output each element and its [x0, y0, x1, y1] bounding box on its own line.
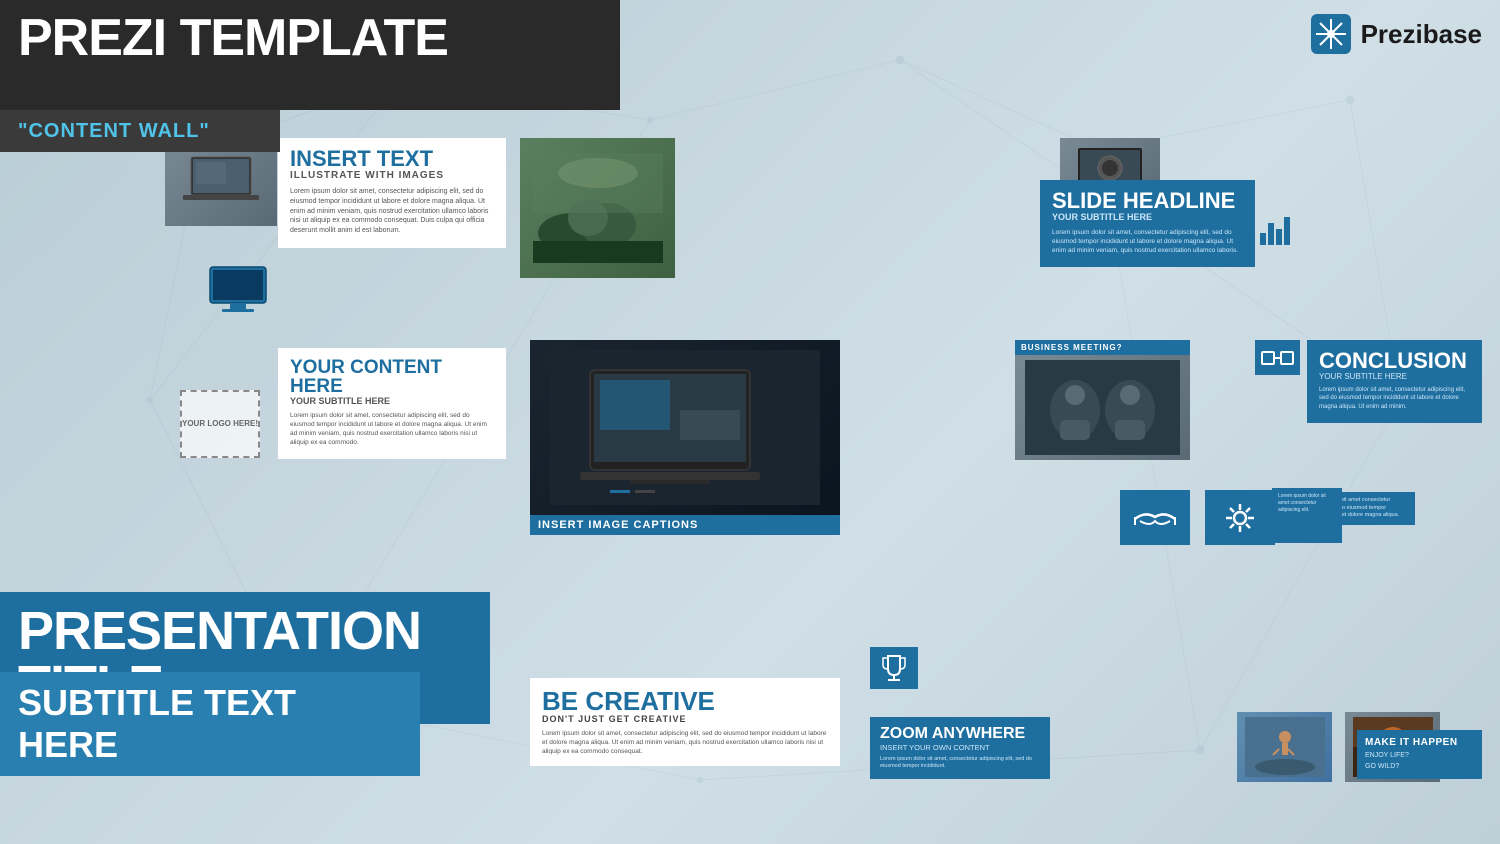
chart-icon-area	[1260, 215, 1295, 250]
zoom-anywhere-card: ZOOM ANYWHERE INSERT YOUR OWN CONTENT Lo…	[870, 717, 1050, 779]
be-creative-card: BE CREATIVE DON'T JUST GET CREATIVE Lore…	[530, 678, 840, 766]
small-right-text: Lorem ipsum dolor sit amet consectetur a…	[1278, 493, 1336, 514]
header-title: PREZI TEMPLATE	[18, 12, 448, 64]
conclusion-card: CONCLUSION YOUR SUBTITLE HERE Lorem ipsu…	[1307, 340, 1482, 423]
bars-chart-icon	[1260, 215, 1295, 245]
conclusion-body: Lorem ipsum dolor sit amet, consectetur …	[1319, 386, 1470, 411]
rocks-image	[520, 138, 675, 278]
zoom-anywhere-body: Lorem ipsum dolor sit amet, consectetur …	[880, 756, 1040, 771]
gear-icon-card	[1205, 490, 1275, 545]
zoom-anywhere-subtitle: INSERT YOUR OWN CONTENT	[880, 743, 1040, 752]
go-wild-label: GO WILD?	[1365, 763, 1399, 770]
conclusion-title: CONCLUSION	[1319, 350, 1470, 372]
trophy-icon-card	[870, 647, 918, 689]
subtitle-text-block: SUBTITLE TEXT HERE	[0, 672, 420, 776]
enjoy-life-label: ENJOY LIFE?	[1365, 752, 1409, 759]
logo-placeholder-text: YOUR LOGO HERE!	[182, 418, 258, 429]
business-meeting-label: BUSINESS MEETING?	[1015, 340, 1190, 355]
jump-image	[1237, 712, 1332, 782]
conclusion-subtitle: YOUR SUBTITLE HERE	[1319, 372, 1470, 381]
handshake-icon-svg	[1130, 499, 1180, 537]
zoom-anywhere-title: ZOOM ANYWHERE	[880, 725, 1040, 743]
subtitle-bar: "CONTENT WALL"	[0, 110, 280, 152]
subtitle-text: "CONTENT WALL"	[18, 120, 210, 143]
handshake-icon-card	[1120, 490, 1190, 545]
your-content-card: YOUR CONTENT HERE YOUR SUBTITLE HERE Lor…	[278, 348, 506, 459]
slide-headline-subtitle: YOUR SUBTITLE HERE	[1052, 212, 1243, 222]
slide-headline-body: Lorem ipsum dolor sit amet, consectetur …	[1052, 228, 1243, 255]
logo-placeholder: YOUR LOGO HERE!	[180, 390, 260, 458]
insert-captions-label: INSERT IMAGE CAPTIONS	[530, 515, 840, 535]
subtitle-block-text: SUBTITLE TEXT HERE	[18, 682, 402, 766]
rocks-svg	[533, 153, 663, 263]
slide-headline-title: SLIDE HEADLINE	[1052, 190, 1243, 212]
trophy-icon-svg	[879, 653, 909, 683]
laptop-svg	[181, 152, 261, 212]
insert-captions-card: INSERT IMAGE CAPTIONS	[530, 340, 840, 535]
prezibase-logo-text: Prezibase	[1361, 19, 1482, 50]
slide-headline-card: SLIDE HEADLINE YOUR SUBTITLE HERE Lorem …	[1040, 180, 1255, 267]
be-creative-body: Lorem ipsum dolor sit amet, consectetur …	[542, 729, 828, 756]
make-it-happen-card: MAKE IT HAPPEN ENJOY LIFE? GO WILD?	[1357, 730, 1482, 779]
your-content-title: YOUR CONTENT HERE	[290, 358, 494, 396]
captions-laptop-svg	[550, 350, 820, 505]
small-right-text-card: Lorem ipsum dolor sit amet consectetur a…	[1272, 488, 1342, 543]
meeting-svg	[1025, 360, 1180, 455]
logo-area: Prezibase	[1311, 14, 1482, 54]
your-content-subtitle: YOUR SUBTITLE HERE	[290, 396, 494, 406]
be-creative-title: BE CREATIVE	[542, 688, 828, 714]
header-bar: PREZI TEMPLATE	[0, 0, 620, 110]
insert-text-subtitle: ILLUSTRATE WITH IMAGES	[290, 170, 494, 181]
gear-icon-svg	[1222, 500, 1258, 536]
monitor-icon	[208, 265, 268, 320]
business-meeting-image	[1015, 355, 1190, 460]
prezibase-logo-icon	[1311, 14, 1351, 54]
jump-svg	[1245, 717, 1325, 777]
insert-text-card: INSERT TEXT ILLUSTRATE WITH IMAGES Lorem…	[278, 138, 506, 248]
be-creative-subtitle: DON'T JUST GET CREATIVE	[542, 714, 828, 724]
make-it-happen-items: ENJOY LIFE? GO WILD?	[1365, 751, 1474, 772]
your-content-body: Lorem ipsum dolor sit amet, consectetur …	[290, 411, 494, 447]
insert-text-title: INSERT TEXT	[290, 148, 494, 170]
insert-text-body: Lorem ipsum dolor sit amet, consectetur …	[290, 187, 494, 236]
coe-icon-card	[1255, 340, 1300, 375]
make-it-happen-title: MAKE IT HAPPEN	[1365, 737, 1474, 748]
captions-image	[530, 340, 840, 515]
business-meeting-card: BUSINESS MEETING?	[1015, 340, 1190, 460]
coe-icon-svg	[1260, 344, 1295, 372]
